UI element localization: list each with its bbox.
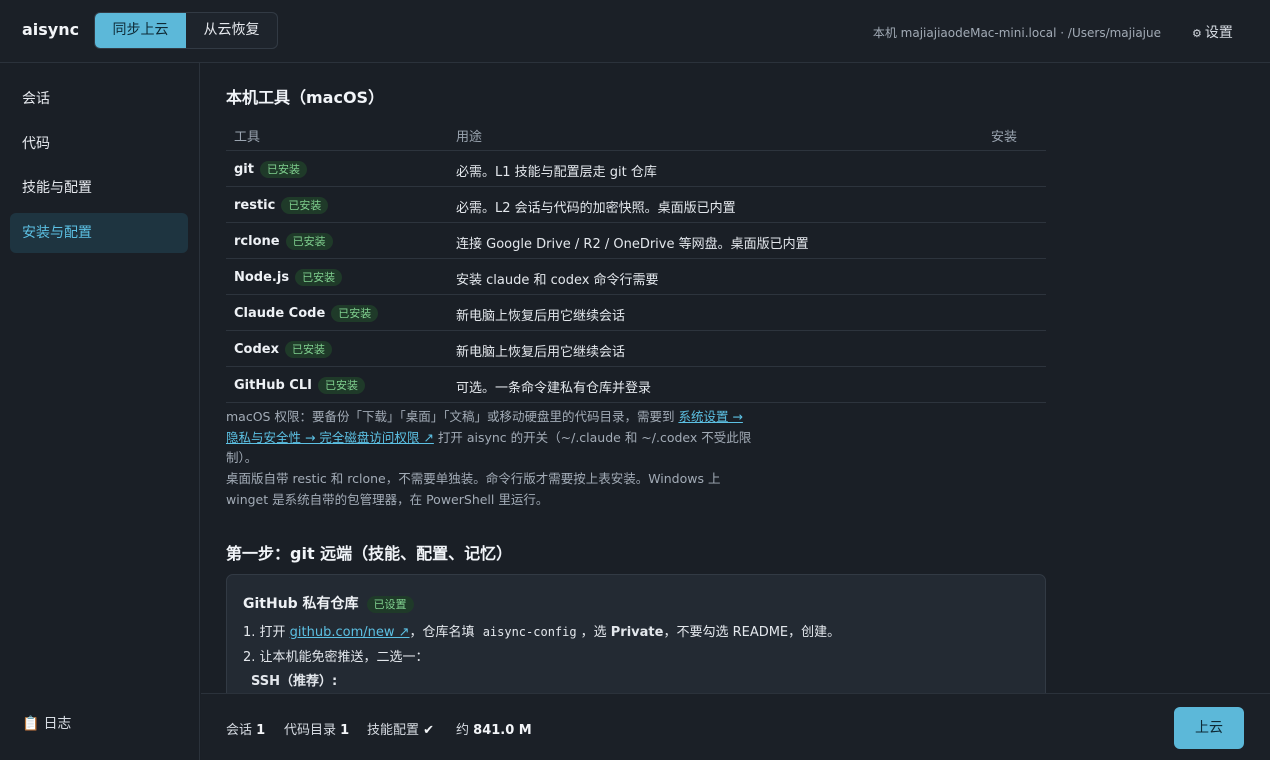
step1-mid: ，仓库名填 [409, 625, 479, 640]
tool-name: git 已安装 [234, 161, 307, 178]
app-logo: aisync [22, 20, 80, 39]
mode-tabs: 同步上云 从云恢复 [94, 12, 278, 49]
machine-info: 本机 majiajiaodeMac-mini.local · /Users/ma… [872, 26, 1161, 40]
tool-purpose: 可选。一条命令建私有仓库并登录 [456, 381, 652, 396]
tools-table: 工具 用途 安装 git 已安装 必需。L1 技能与配置层走 git 仓库 resti… [226, 117, 1046, 403]
main-content: 本机工具（macOS） 工具 用途 安装 git 已安装 必需。L1 技能与配置层走… [201, 63, 1270, 693]
installed-badge: 已安装 [259, 161, 307, 178]
tool-name: restic 已安装 [234, 197, 329, 214]
table-row: Codex 已安装 新电脑上恢复后用它继续会话 [226, 331, 1046, 367]
stat-code-label: 代码目录 [284, 723, 337, 738]
sidebar-item-log[interactable]: 📋 日志 [22, 713, 71, 733]
table-header: 工具 用途 安装 [226, 117, 1046, 151]
tool-purpose: 新电脑上恢复后用它继续会话 [456, 345, 626, 360]
repo-name-code: aisync-config [482, 625, 577, 639]
installed-badge: 已安装 [281, 197, 329, 214]
stat-size-label: 约 [456, 723, 470, 738]
stat-skills-label: 技能配置 [367, 723, 420, 738]
sidebar: 会话 代码 技能与配置 安装与配置 📋 日志 [0, 63, 200, 760]
tool-purpose: 连接 Google Drive / R2 / OneDrive 等网盘。桌面版已… [456, 237, 809, 252]
table-row: rclone 已安装 连接 Google Drive / R2 / OneDrive… [226, 223, 1046, 259]
step1-prefix: 1. 打开 [243, 625, 290, 640]
sidebar-item-code[interactable]: 代码 [10, 124, 188, 164]
tool-name-text: rclone [234, 234, 280, 249]
tool-name-text: Node.js [234, 270, 290, 285]
installed-badge: 已安装 [295, 269, 343, 286]
system-settings-link[interactable]: 系统设置 → [678, 409, 742, 424]
installed-badge: 已安装 [331, 305, 379, 322]
gear-icon: ⚙ [1192, 27, 1202, 40]
tool-purpose: 必需。L2 会话与代码的加密快照。桌面版已内置 [456, 201, 736, 216]
stat-code-dirs: 代码目录 1 [284, 719, 349, 738]
section-title-local-tools: 本机工具（macOS） [226, 88, 385, 107]
installed-badge: 已安装 [284, 341, 332, 358]
installed-badge: 已安装 [317, 377, 365, 394]
tool-name: Claude Code 已安装 [234, 305, 379, 322]
column-header-purpose: 用途 [456, 130, 483, 145]
tool-name-text: Codex [234, 342, 279, 357]
full-disk-access-link[interactable]: 隐私与安全性 → 完全磁盘访问权限 ↗ [226, 430, 434, 445]
column-header-install: 安装 [991, 130, 1018, 145]
card-title-text: GitHub 私有仓库 [243, 596, 359, 612]
card-step2: 2. 让本机能免密推送，二选一： [243, 650, 429, 665]
sidebar-item-install-config[interactable]: 安装与配置 [10, 213, 188, 253]
tool-name-text: GitHub CLI [234, 378, 312, 393]
table-row: restic 已安装 必需。L2 会话与代码的加密快照。桌面版已内置 [226, 187, 1046, 223]
stat-size: 约 841.0 M [456, 719, 532, 738]
settings-label: 设置 [1204, 25, 1233, 41]
step1-mid2: ，选 [580, 625, 611, 640]
tool-name: rclone 已安装 [234, 233, 333, 250]
tool-purpose: 必需。L1 技能与配置层走 git 仓库 [456, 165, 657, 180]
tool-name: Codex 已安装 [234, 341, 332, 358]
stat-sessions-label: 会话 [226, 723, 253, 738]
stat-sessions: 会话 1 [226, 719, 265, 738]
github-new-link[interactable]: github.com/new ↗ [290, 625, 410, 640]
card-step1: 1. 打开 github.com/new ↗，仓库名填 aisync-confi… [243, 621, 840, 640]
tool-name-text: git [234, 162, 254, 177]
upload-button[interactable]: 上云 [1174, 707, 1244, 749]
private-label: Private [610, 625, 664, 640]
tab-restore-from-cloud[interactable]: 从云恢复 [186, 13, 277, 48]
table-row: GitHub CLI 已安装 可选。一条命令建私有仓库并登录 [226, 367, 1046, 403]
note2-line1: 桌面版自带 restic 和 rclone，不需要单独装。命令行版才需要按上表安… [226, 471, 721, 486]
note2-line2: winget 是系统自带的包管理器，在 PowerShell 里运行。 [226, 491, 549, 507]
card-title: GitHub 私有仓库 已设置 [243, 593, 414, 613]
clipboard-icon: 📋 [22, 716, 40, 732]
status-badge: 已设置 [366, 596, 414, 613]
macos-permission-note: macOS 权限：要备份「下载」「桌面」「文稿」或移动硬盘里的代码目录，需要到 … [226, 407, 786, 469]
tool-purpose: 安装 claude 和 codex 命令行需要 [456, 273, 659, 288]
table-row: git 已安装 必需。L1 技能与配置层走 git 仓库 [226, 151, 1046, 187]
tool-name: Node.js 已安装 [234, 269, 343, 286]
top-bar: aisync 同步上云 从云恢复 本机 majiajiaodeMac-mini.… [0, 0, 1270, 63]
tool-name-text: Claude Code [234, 306, 326, 321]
stat-code-count: 1 [340, 723, 350, 738]
desktop-bundle-note: 桌面版自带 restic 和 rclone，不需要单独装。命令行版才需要按上表安… [226, 469, 786, 510]
column-header-tool: 工具 [234, 130, 261, 145]
installed-badge: 已安装 [285, 233, 333, 250]
tool-purpose: 新电脑上恢复后用它继续会话 [456, 309, 626, 324]
log-label: 日志 [43, 716, 72, 732]
sidebar-item-skills-config[interactable]: 技能与配置 [10, 168, 188, 208]
step1-suffix: ，不要勾选 README，创建。 [663, 625, 841, 640]
check-icon: ✔ [423, 723, 435, 738]
section-title-step1: 第一步：git 远端（技能、配置、记忆） [226, 544, 513, 563]
app-window: aisync 同步上云 从云恢复 本机 majiajiaodeMac-mini.… [0, 0, 1270, 760]
github-repo-card: GitHub 私有仓库 已设置 1. 打开 github.com/new ↗，仓库… [226, 574, 1046, 693]
tool-name: GitHub CLI 已安装 [234, 377, 365, 394]
note-text-suffix: 打开 aisync 的开关（~/.claude 和 ~/.codex 不受此限 [433, 429, 752, 445]
ssh-option-label: SSH（推荐）: [251, 674, 338, 689]
note-text-end: 制）。 [226, 450, 258, 465]
table-row: Node.js 已安装 安装 claude 和 codex 命令行需要 [226, 259, 1046, 295]
tab-sync-to-cloud[interactable]: 同步上云 [95, 13, 186, 48]
note-text: macOS 权限：要备份「下载」「桌面」「文稿」或移动硬盘里的代码目录，需要到 [226, 409, 679, 424]
stat-skills: 技能配置 ✔ [367, 719, 434, 738]
bottom-bar: 会话 1 代码目录 1 技能配置 ✔ 约 841.0 M 上云 [201, 693, 1270, 760]
table-row: Claude Code 已安装 新电脑上恢复后用它继续会话 [226, 295, 1046, 331]
tool-name-text: restic [234, 198, 276, 213]
settings-button[interactable]: ⚙ 设置 [1192, 22, 1233, 42]
stat-sessions-count: 1 [256, 723, 266, 738]
sidebar-item-sessions[interactable]: 会话 [10, 79, 188, 119]
stat-size-value: 841.0 M [473, 723, 532, 738]
